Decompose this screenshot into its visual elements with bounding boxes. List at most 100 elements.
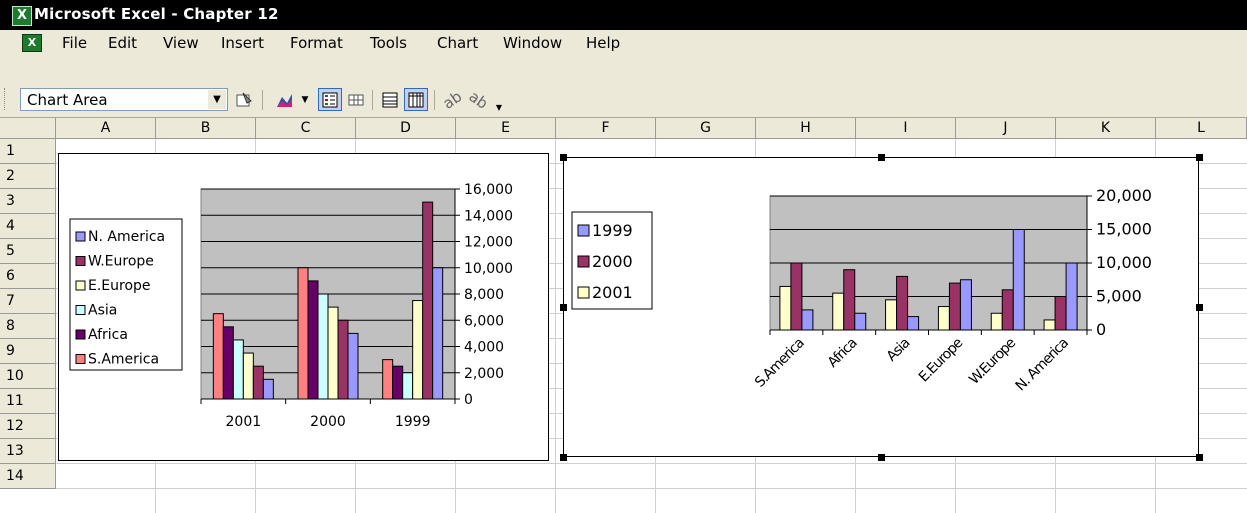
column-header-f[interactable]: F: [556, 118, 656, 139]
column-header-h[interactable]: H: [756, 118, 856, 139]
workbook-icon[interactable]: X: [22, 34, 42, 52]
row-header-3[interactable]: 3: [0, 189, 56, 214]
x-category-label: 2000: [310, 414, 346, 430]
select-all-corner[interactable]: [0, 118, 56, 139]
selection-handle[interactable]: [560, 304, 567, 311]
column-header-b[interactable]: B: [156, 118, 256, 139]
selection-handle[interactable]: [878, 454, 885, 461]
y-tick-label: 10,000: [1096, 253, 1152, 272]
legend-swatch: [577, 255, 590, 268]
bar-2001-n-america: [1043, 319, 1056, 331]
selection-handle[interactable]: [878, 154, 885, 161]
menu-chart[interactable]: Chart: [437, 34, 478, 52]
bar-1999-w-europe: [1012, 229, 1025, 331]
column-header-k[interactable]: K: [1056, 118, 1156, 139]
y-tick-label: 2,000: [464, 366, 504, 382]
selection-handle[interactable]: [1196, 304, 1203, 311]
excel-app-icon[interactable]: X: [12, 6, 32, 26]
y-tick-label: 20,000: [1096, 186, 1152, 205]
bar-1999-s-america: [801, 309, 814, 331]
column-header-l[interactable]: L: [1156, 118, 1247, 139]
toolbar-separator: [262, 90, 263, 110]
column-header-a[interactable]: A: [56, 118, 156, 139]
legend-swatch: [75, 354, 86, 364]
selection-handle[interactable]: [1196, 454, 1203, 461]
menu-file[interactable]: File: [62, 34, 87, 52]
column-header-c[interactable]: C: [256, 118, 356, 139]
row-header-5[interactable]: 5: [0, 239, 56, 264]
bar-2001-s-america: [779, 285, 792, 331]
chart-2-svg: 0 5,000 10,000 15,000 20,000 S.America Africa A…: [571, 186, 1152, 394]
row-header-13[interactable]: 13: [0, 439, 56, 464]
column-header-i[interactable]: I: [856, 118, 956, 139]
menu-window[interactable]: Window: [503, 34, 562, 52]
by-column-icon[interactable]: [404, 88, 428, 111]
by-row-icon[interactable]: [378, 88, 402, 111]
chart-type-icon[interactable]: ▼: [272, 88, 312, 111]
worksheet-grid[interactable]: ABCDEFGHIJKL 1 2 3 4 5 6 7 8 9 10 11 12 13 14 0 2,000 4…: [0, 118, 1247, 513]
row-header-2[interactable]: 2: [0, 164, 56, 189]
bar-asia-2001: [232, 339, 244, 400]
y-tick-label: 4,000: [464, 340, 504, 356]
column-header-e[interactable]: E: [456, 118, 556, 139]
menu-help[interactable]: Help: [586, 34, 620, 52]
legend-icon[interactable]: [318, 88, 342, 111]
row-header-4[interactable]: 4: [0, 214, 56, 239]
y-tick-label: 15,000: [1096, 220, 1152, 239]
y-tick-label: 8,000: [464, 287, 504, 303]
angle-counterclockwise-icon[interactable]: ab: [465, 87, 491, 112]
menu-edit[interactable]: Edit: [108, 34, 137, 52]
menu-format[interactable]: Format: [290, 34, 343, 52]
column-header-d[interactable]: D: [356, 118, 456, 139]
bar-w-europe-1999: [422, 201, 434, 400]
selection-handle[interactable]: [1196, 154, 1203, 161]
x-category-label: Asia: [884, 335, 914, 365]
x-category-label: 1999: [395, 414, 431, 430]
y-tick-label: 0: [464, 392, 473, 408]
row-header-10[interactable]: 10: [0, 364, 56, 389]
angle-clockwise-icon[interactable]: ab: [439, 87, 465, 112]
bar-s-america-2000: [297, 267, 309, 400]
row-header-7[interactable]: 7: [0, 289, 56, 314]
chart-1-area[interactable]: 0 2,000 4,000 6,000 8,000 10,000 12,000 14,000 1…: [58, 153, 549, 461]
legend-label: Africa: [88, 327, 128, 343]
row-header-14[interactable]: 14: [0, 464, 56, 489]
toolbar-separator: [372, 90, 373, 110]
row-header-12[interactable]: 12: [0, 414, 56, 439]
selection-handle[interactable]: [560, 454, 567, 461]
menu-view[interactable]: View: [163, 34, 199, 52]
selection-handle[interactable]: [560, 154, 567, 161]
chart-2-area[interactable]: 0 5,000 10,000 15,000 20,000 S.America Africa A…: [563, 157, 1199, 457]
menu-tools[interactable]: Tools: [370, 34, 407, 52]
grid-column-line: [555, 139, 556, 513]
chart-objects-dropdown[interactable]: Chart Area ▼: [20, 88, 228, 111]
bar-2001-w-europe: [990, 312, 1003, 331]
chart-1-svg: 0 2,000 4,000 6,000 8,000 10,000 12,000 14,000 1…: [69, 182, 513, 430]
bar-1999-n-america: [1065, 262, 1078, 331]
column-header-g[interactable]: G: [656, 118, 756, 139]
bar-s-america-2001: [212, 313, 224, 400]
row-header-9[interactable]: 9: [0, 339, 56, 364]
row-header-11[interactable]: 11: [0, 389, 56, 414]
row-header-1[interactable]: 1: [0, 139, 56, 164]
toolbar-separator: [434, 90, 435, 110]
y-tick-label: 14,000: [464, 208, 513, 224]
toolbar-options-icon[interactable]: ▼: [492, 96, 506, 119]
menu-insert[interactable]: Insert: [221, 34, 264, 52]
bar-africa-2000: [307, 280, 319, 400]
chevron-down-icon[interactable]: ▼: [208, 90, 226, 109]
chart-toolbar: Chart Area ▼ ▼ ab ab ▼: [0, 82, 1247, 118]
format-selected-object-icon[interactable]: [232, 88, 256, 111]
data-table-icon[interactable]: [344, 88, 368, 111]
row-header-8[interactable]: 8: [0, 314, 56, 339]
legend-swatch: [75, 280, 86, 291]
bar-1999-africa: [854, 312, 867, 331]
toolbar-grip[interactable]: [4, 88, 8, 110]
bar-w-europe-2000: [337, 319, 349, 400]
legend-label: W.Europe: [88, 254, 154, 270]
legend-swatch: [75, 329, 86, 340]
x-category-label: N. America: [1013, 335, 1072, 394]
column-header-j[interactable]: J: [956, 118, 1056, 139]
bar-w-europe-2001: [252, 365, 264, 400]
row-header-6[interactable]: 6: [0, 264, 56, 289]
